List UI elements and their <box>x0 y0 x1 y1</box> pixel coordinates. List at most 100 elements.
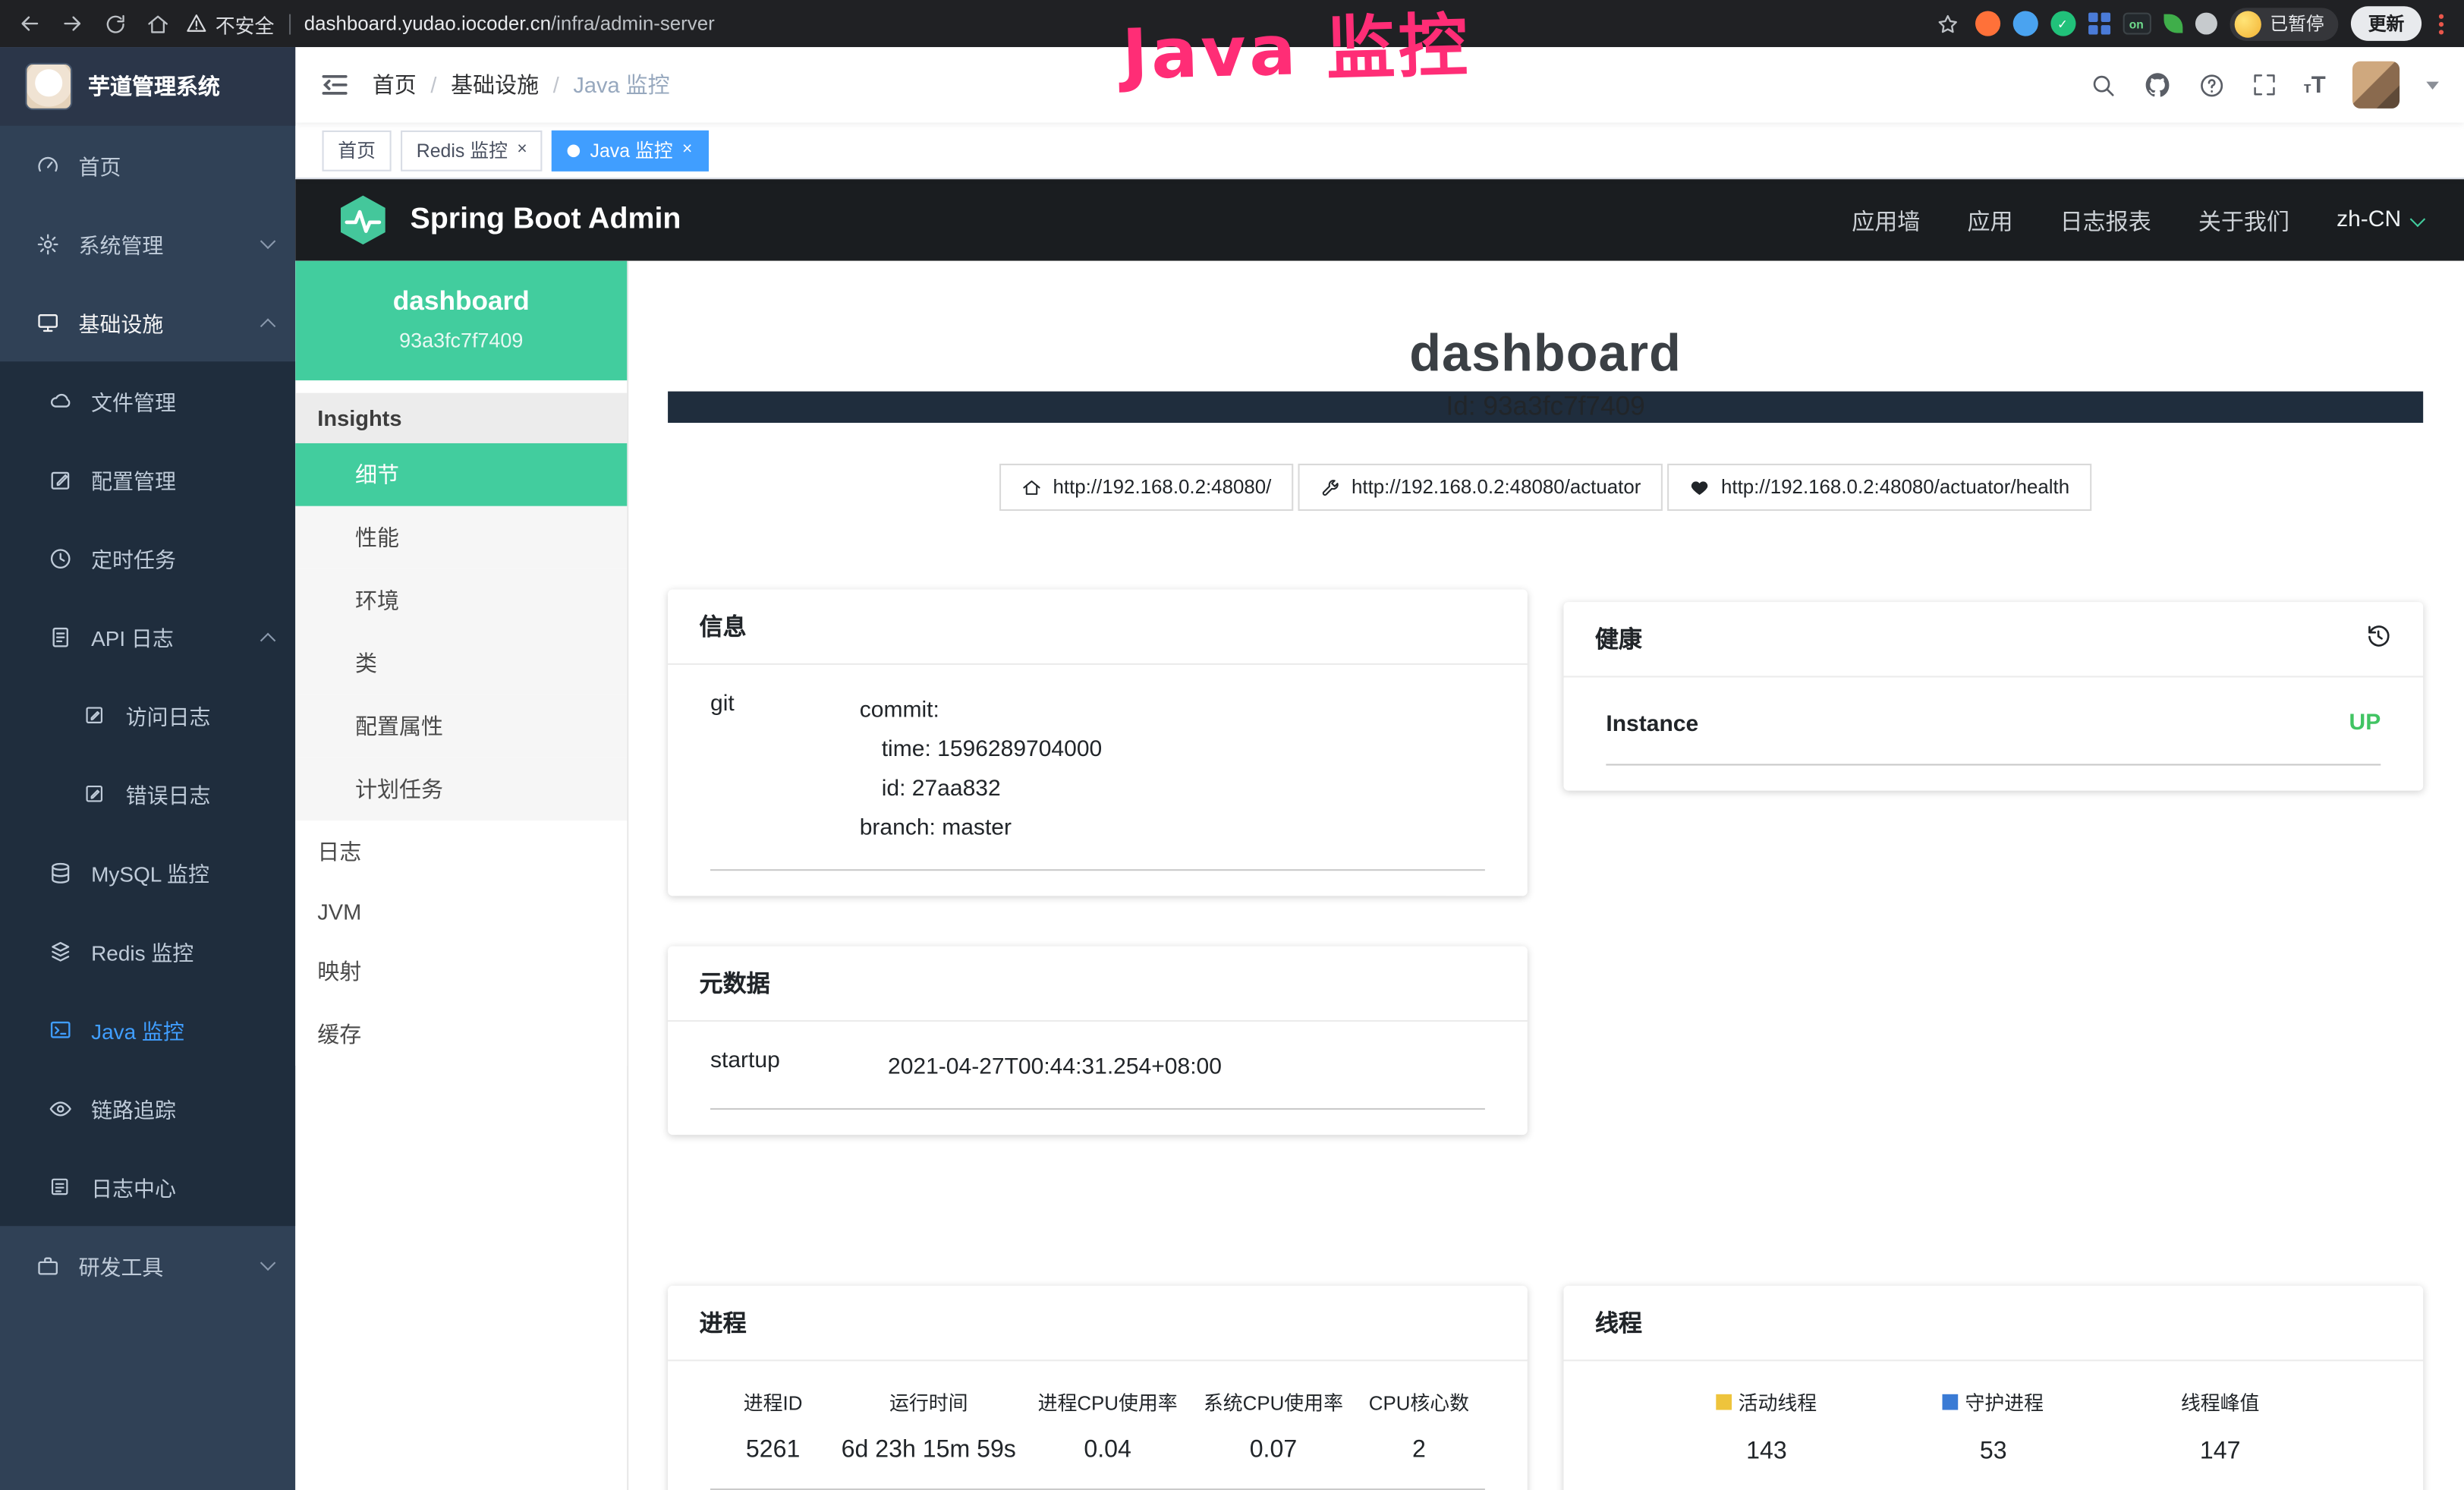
sidebar-item-scheduled-tasks[interactable]: 定时任务 <box>0 518 295 597</box>
breadcrumb-separator: / <box>430 72 436 97</box>
health-instance-label[interactable]: Instance <box>1606 711 1698 736</box>
back-icon[interactable] <box>16 9 44 37</box>
process-table: 进程ID 5261 运行时间 6d 23h 15m 59s <box>710 1364 1485 1465</box>
instance-id: 93a3fc7f7409 <box>308 329 615 352</box>
app-logo-row[interactable]: 芋道管理系统 <box>0 47 295 126</box>
browser-toolbar: 不安全 dashboard.yudao.iocoder.cn/infra/adm… <box>0 0 2464 47</box>
info-card-body: git commit: time: 1596289704000 id: 27aa… <box>668 665 1528 896</box>
forward-icon[interactable] <box>58 9 87 37</box>
extension-icon-puppet[interactable] <box>2195 13 2217 35</box>
hamburger-fold-icon[interactable] <box>320 72 348 97</box>
health-status-badge: UP <box>2349 704 2381 744</box>
sidebar-item-error-logs[interactable]: 错误日志 <box>0 754 295 833</box>
home-icon[interactable] <box>143 9 171 37</box>
sba-header: Spring Boot Admin 应用墙 应用 日志报表 关于我们 zh-CN <box>295 179 2464 261</box>
info-key: git <box>710 691 860 849</box>
sidebar-item-infrastructure[interactable]: 基础设施 <box>0 283 295 362</box>
breadcrumb-home[interactable]: 首页 <box>373 69 417 100</box>
process-card: 进程 进程ID 5261 <box>668 1286 1528 1490</box>
menu-item-environment[interactable]: 环境 <box>295 569 627 632</box>
help-icon[interactable] <box>2198 71 2225 98</box>
threads-card-body: 活动线程 143 守护进程 53 <box>1563 1361 2423 1490</box>
extension-icon-orange[interactable] <box>1975 11 2000 36</box>
github-icon[interactable] <box>2143 71 2171 99</box>
terminal-icon <box>47 1017 72 1042</box>
sidebar-item-redis-monitor[interactable]: Redis 监控 <box>0 912 295 991</box>
document-edit-icon <box>82 781 107 806</box>
sidebar-item-log-center[interactable]: 日志中心 <box>0 1148 295 1227</box>
admin-app: 芋道管理系统 首页 系统管理 基础设施 <box>0 47 2464 1490</box>
menu-item-mappings[interactable]: 映射 <box>295 940 627 1003</box>
search-icon[interactable] <box>2090 71 2116 98</box>
sidebar-item-config-management[interactable]: 配置管理 <box>0 440 295 519</box>
tab-java-monitor[interactable]: Java 监控 × <box>552 130 708 171</box>
sidebar-item-mysql-monitor[interactable]: MySQL 监控 <box>0 833 295 912</box>
process-col-system-cpu: 系统CPU使用率 0.07 <box>1191 1386 1356 1465</box>
bookmark-star-icon[interactable] <box>1934 9 1962 37</box>
tab-redis-monitor[interactable]: Redis 监控 × <box>401 130 543 171</box>
sba-nav-applications[interactable]: 应用 <box>1967 203 2012 236</box>
browser-menu-icon[interactable] <box>2434 14 2449 34</box>
menu-item-config-props[interactable]: 配置属性 <box>295 695 627 758</box>
menu-item-caches[interactable]: 缓存 <box>295 1003 627 1066</box>
sidebar-item-system-management[interactable]: 系统管理 <box>0 204 295 283</box>
sba-nav-about[interactable]: 关于我们 <box>2198 203 2289 236</box>
document-icon <box>47 624 72 649</box>
metadata-card-body: startup 2021-04-27T00:44:31.254+08:00 <box>668 1022 1528 1135</box>
cards-col-right-2: 线程 活动线程 143 <box>1563 1286 2423 1490</box>
sidebar-item-api-logs[interactable]: API 日志 <box>0 597 295 676</box>
heart-icon <box>1690 477 1710 497</box>
extension-icon-blue-pin[interactable] <box>2012 11 2038 36</box>
menu-item-metrics[interactable]: 性能 <box>295 506 627 569</box>
browser-actions: ✓ on 已暂停 更新 <box>1934 6 2448 41</box>
cards-row-1: 信息 git commit: time: 1596289704000 <box>668 590 2423 1186</box>
extension-icon-green-check[interactable]: ✓ <box>2050 11 2075 36</box>
sidebar-item-file-management[interactable]: 文件管理 <box>0 361 295 440</box>
tab-home[interactable]: 首页 <box>323 130 392 171</box>
close-icon[interactable]: × <box>682 141 692 159</box>
menu-item-jvm[interactable]: JVM <box>295 884 627 940</box>
avatar-caret-icon[interactable] <box>2426 81 2439 89</box>
menu-item-beans[interactable]: 类 <box>295 632 627 695</box>
sba-nav-journal[interactable]: 日志报表 <box>2060 203 2151 236</box>
process-col-process-cpu: 进程CPU使用率 0.04 <box>1024 1386 1190 1465</box>
user-avatar[interactable] <box>2352 61 2399 109</box>
breadcrumb: 首页 / 基础设施 / Java 监控 <box>373 69 670 100</box>
gear-icon <box>35 231 60 256</box>
address-bar[interactable]: dashboard.yudao.iocoder.cn/infra/admin-s… <box>304 13 715 35</box>
legend-live-threads: 活动线程 143 <box>1653 1386 1880 1466</box>
sba-nav-wallboard[interactable]: 应用墙 <box>1852 203 1920 236</box>
extension-icon-grid[interactable] <box>2088 13 2110 35</box>
threads-card: 线程 活动线程 143 <box>1563 1286 2423 1490</box>
sidebar-item-home[interactable]: 首页 <box>0 126 295 205</box>
security-chip[interactable]: 不安全 <box>185 8 274 38</box>
extension-icon-on-badge[interactable]: on <box>2123 13 2151 35</box>
security-label: 不安全 <box>216 8 275 38</box>
update-button[interactable]: 更新 <box>2351 6 2422 41</box>
health-url-link[interactable]: http://192.168.0.2:48080/actuator/health <box>1668 464 2092 511</box>
profile-chip[interactable]: 已暂停 <box>2229 7 2338 39</box>
menu-item-scheduled-tasks[interactable]: 计划任务 <box>295 758 627 821</box>
sidebar-item-access-logs[interactable]: 访问日志 <box>0 676 295 754</box>
instance-header[interactable]: dashboard 93a3fc7f7409 <box>295 261 627 380</box>
locale-select[interactable]: zh-CN <box>2337 207 2423 232</box>
breadcrumb-infrastructure[interactable]: 基础设施 <box>451 69 539 100</box>
actuator-url-link[interactable]: http://192.168.0.2:48080/actuator <box>1298 464 1663 511</box>
page-title: dashboard <box>668 324 2423 384</box>
close-icon[interactable]: × <box>517 141 527 159</box>
history-icon[interactable] <box>2365 622 2392 655</box>
sidebar-item-tracing[interactable]: 链路追踪 <box>0 1069 295 1148</box>
menu-item-logs[interactable]: 日志 <box>295 821 627 884</box>
url-host: dashboard.yudao.iocoder.cn <box>304 13 551 35</box>
fullscreen-icon[interactable] <box>2252 72 2277 97</box>
leaf-extension-icon[interactable] <box>2163 14 2182 33</box>
sidebar-item-dev-tools[interactable]: 研发工具 <box>0 1226 295 1305</box>
cards-col-left: 信息 git commit: time: 1596289704000 <box>668 590 1528 1186</box>
font-size-icon[interactable]: тT <box>2304 71 2326 98</box>
sidebar-item-java-monitor[interactable]: Java 监控 <box>0 991 295 1069</box>
clock-icon <box>47 546 72 571</box>
reload-icon[interactable] <box>101 9 129 37</box>
service-url-link[interactable]: http://192.168.0.2:48080/ <box>999 464 1293 511</box>
cards-row-2: 进程 进程ID 5261 <box>668 1286 2423 1490</box>
menu-item-details[interactable]: 细节 <box>295 443 627 506</box>
